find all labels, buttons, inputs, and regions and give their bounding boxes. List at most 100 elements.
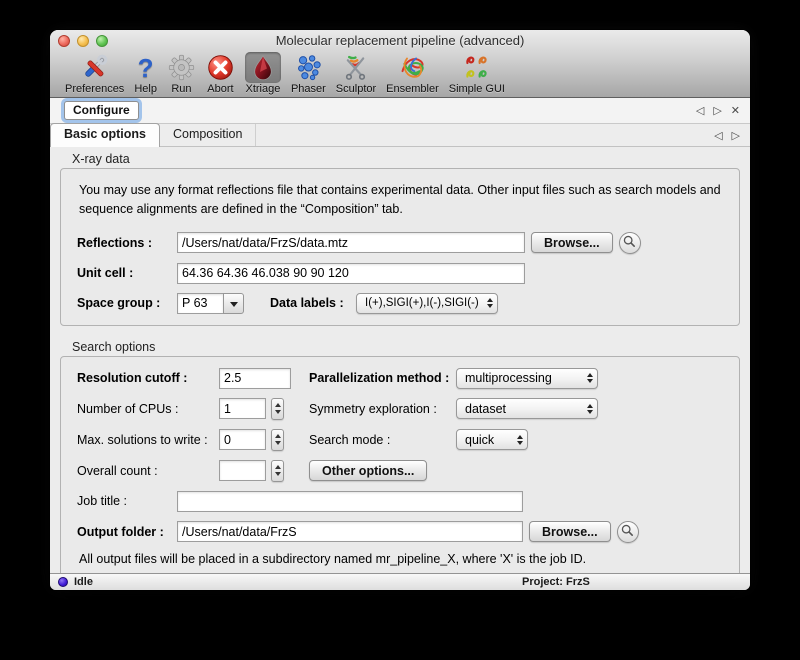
other-options-button[interactable]: Other options... bbox=[309, 460, 427, 481]
search-mode-label: Search mode : bbox=[309, 433, 456, 447]
titlebar[interactable]: Molecular replacement pipeline (advanced… bbox=[50, 30, 750, 52]
project-label: Project: FrzS bbox=[522, 576, 590, 588]
toolbar-label: Ensembler bbox=[386, 83, 439, 95]
search-section-label: Search options bbox=[72, 340, 750, 354]
step-down-icon bbox=[275, 441, 281, 445]
reflections-input[interactable] bbox=[177, 232, 525, 253]
space-group-combobox[interactable] bbox=[177, 293, 244, 314]
tab-composition[interactable]: Composition bbox=[160, 124, 256, 146]
job-title-input[interactable] bbox=[177, 491, 523, 512]
close-window-button[interactable] bbox=[58, 35, 70, 47]
squiggles-icon bbox=[462, 52, 491, 83]
close-tab-icon[interactable]: ✕ bbox=[731, 104, 740, 117]
question-icon: ? bbox=[138, 52, 154, 83]
output-folder-input[interactable] bbox=[177, 521, 523, 542]
toolbar-label: Simple GUI bbox=[449, 83, 505, 95]
data-labels-label: Data labels : bbox=[270, 296, 356, 310]
toolbar-button-ensembler[interactable]: Ensembler bbox=[381, 52, 444, 95]
toolbar-label: Abort bbox=[207, 83, 233, 95]
xray-section-label: X-ray data bbox=[72, 152, 750, 166]
overall-count-row: Overall count : Other options... bbox=[77, 460, 723, 482]
scissors-icon bbox=[341, 52, 370, 83]
toolbar-label: Phaser bbox=[291, 83, 326, 95]
cpus-stepper[interactable] bbox=[271, 398, 284, 420]
tab-nav-back-icon[interactable]: ◁ bbox=[714, 129, 722, 142]
toolbar-label: Run bbox=[171, 83, 191, 95]
toolbar-label: Xtriage bbox=[246, 83, 281, 95]
main-content: X-ray data You may use any format reflec… bbox=[50, 147, 750, 573]
output-folder-label: Output folder : bbox=[77, 525, 177, 539]
magnifier-icon bbox=[620, 523, 635, 541]
max-solutions-label: Max. solutions to write : bbox=[77, 433, 219, 447]
resolution-cutoff-label: Resolution cutoff : bbox=[77, 371, 219, 385]
xray-description: You may use any format reflections file … bbox=[79, 181, 721, 220]
toolbar-button-run[interactable]: Run bbox=[162, 52, 201, 95]
parallelization-popup[interactable]: multiprocessing bbox=[456, 368, 598, 389]
output-folder-browse-button[interactable]: Browse... bbox=[529, 521, 611, 542]
job-title-label: Job title : bbox=[77, 494, 177, 508]
parallelization-value: multiprocessing bbox=[465, 371, 581, 385]
status-indicator-icon bbox=[58, 577, 68, 587]
updown-arrows-icon bbox=[517, 435, 523, 445]
step-down-icon bbox=[275, 410, 281, 414]
toolbar-button-phaser[interactable]: Phaser bbox=[286, 52, 331, 95]
unit-cell-row: Unit cell : bbox=[77, 263, 723, 284]
space-group-dropdown-button[interactable] bbox=[223, 293, 244, 314]
toolbar-button-xtriage[interactable]: Xtriage bbox=[240, 52, 286, 95]
reflections-row: Reflections : Browse... bbox=[77, 232, 723, 254]
unit-cell-label: Unit cell : bbox=[77, 266, 177, 280]
toolbar-button-help[interactable]: ? Help bbox=[129, 52, 162, 95]
overall-count-label: Overall count : bbox=[77, 464, 219, 478]
toolbar-button-preferences[interactable]: Preferences bbox=[60, 52, 129, 95]
output-folder-inspect-button[interactable] bbox=[617, 521, 639, 543]
overall-count-input[interactable] bbox=[219, 460, 266, 481]
reflections-label: Reflections : bbox=[77, 236, 177, 250]
toolbar-label: Help bbox=[134, 83, 157, 95]
toolbar-button-sculptor[interactable]: Sculptor bbox=[331, 52, 381, 95]
step-up-icon bbox=[275, 434, 281, 438]
step-up-icon bbox=[275, 465, 281, 469]
tab-nav-forward-icon[interactable]: ▷ bbox=[732, 129, 740, 142]
minimize-window-button[interactable] bbox=[77, 35, 89, 47]
page-tab-bar: Configure ◁ ▷ ✕ bbox=[50, 98, 750, 124]
status-bar: Idle Project: FrzS bbox=[50, 573, 750, 590]
space-group-input[interactable] bbox=[177, 293, 223, 314]
gear-icon bbox=[167, 52, 196, 83]
overall-count-stepper[interactable] bbox=[271, 460, 284, 482]
reflections-inspect-button[interactable] bbox=[619, 232, 641, 254]
space-group-row: Space group : Data labels : I(+),SIGI(+)… bbox=[77, 293, 723, 314]
unit-cell-input[interactable] bbox=[177, 263, 525, 284]
magnifier-icon bbox=[622, 234, 637, 252]
symmetry-popup[interactable]: dataset bbox=[456, 398, 598, 419]
toolbar-label: Preferences bbox=[65, 83, 124, 95]
space-group-label: Space group : bbox=[77, 296, 177, 310]
resolution-cutoff-input[interactable] bbox=[219, 368, 291, 389]
window-chrome: Molecular replacement pipeline (advanced… bbox=[50, 30, 750, 98]
droplet-icon bbox=[245, 52, 281, 83]
reflections-browse-button[interactable]: Browse... bbox=[531, 232, 613, 253]
toolbar-label: Sculptor bbox=[336, 83, 376, 95]
zoom-window-button[interactable] bbox=[96, 35, 108, 47]
updown-arrows-icon bbox=[587, 404, 593, 414]
symmetry-label: Symmetry exploration : bbox=[309, 402, 456, 416]
data-labels-popup[interactable]: I(+),SIGI(+),I(-),SIGI(-) bbox=[356, 293, 498, 314]
chevron-down-icon bbox=[230, 302, 238, 307]
toolbar: Preferences ? Help bbox=[50, 52, 750, 97]
resolution-row: Resolution cutoff : Parallelization meth… bbox=[77, 368, 723, 389]
search-mode-popup[interactable]: quick bbox=[456, 429, 528, 450]
window-title: Molecular replacement pipeline (advanced… bbox=[50, 30, 750, 52]
max-solutions-stepper[interactable] bbox=[271, 429, 284, 451]
parallelization-label: Parallelization method : bbox=[309, 371, 456, 385]
nav-back-icon[interactable]: ◁ bbox=[696, 104, 704, 117]
page-tab-configure[interactable]: Configure bbox=[64, 101, 139, 120]
toolbar-button-simple-gui[interactable]: Simple GUI bbox=[444, 52, 510, 95]
cpus-input[interactable] bbox=[219, 398, 266, 419]
cpus-label: Number of CPUs : bbox=[77, 402, 219, 416]
toolbar-button-abort[interactable]: Abort bbox=[201, 52, 240, 95]
nav-forward-icon[interactable]: ▷ bbox=[713, 104, 721, 117]
output-note: All output files will be placed in a sub… bbox=[79, 552, 721, 566]
max-solutions-input[interactable] bbox=[219, 429, 266, 450]
tab-basic-options[interactable]: Basic options bbox=[50, 123, 160, 147]
data-labels-value: I(+),SIGI(+),I(-),SIGI(-) bbox=[365, 297, 481, 309]
symmetry-value: dataset bbox=[465, 402, 581, 416]
